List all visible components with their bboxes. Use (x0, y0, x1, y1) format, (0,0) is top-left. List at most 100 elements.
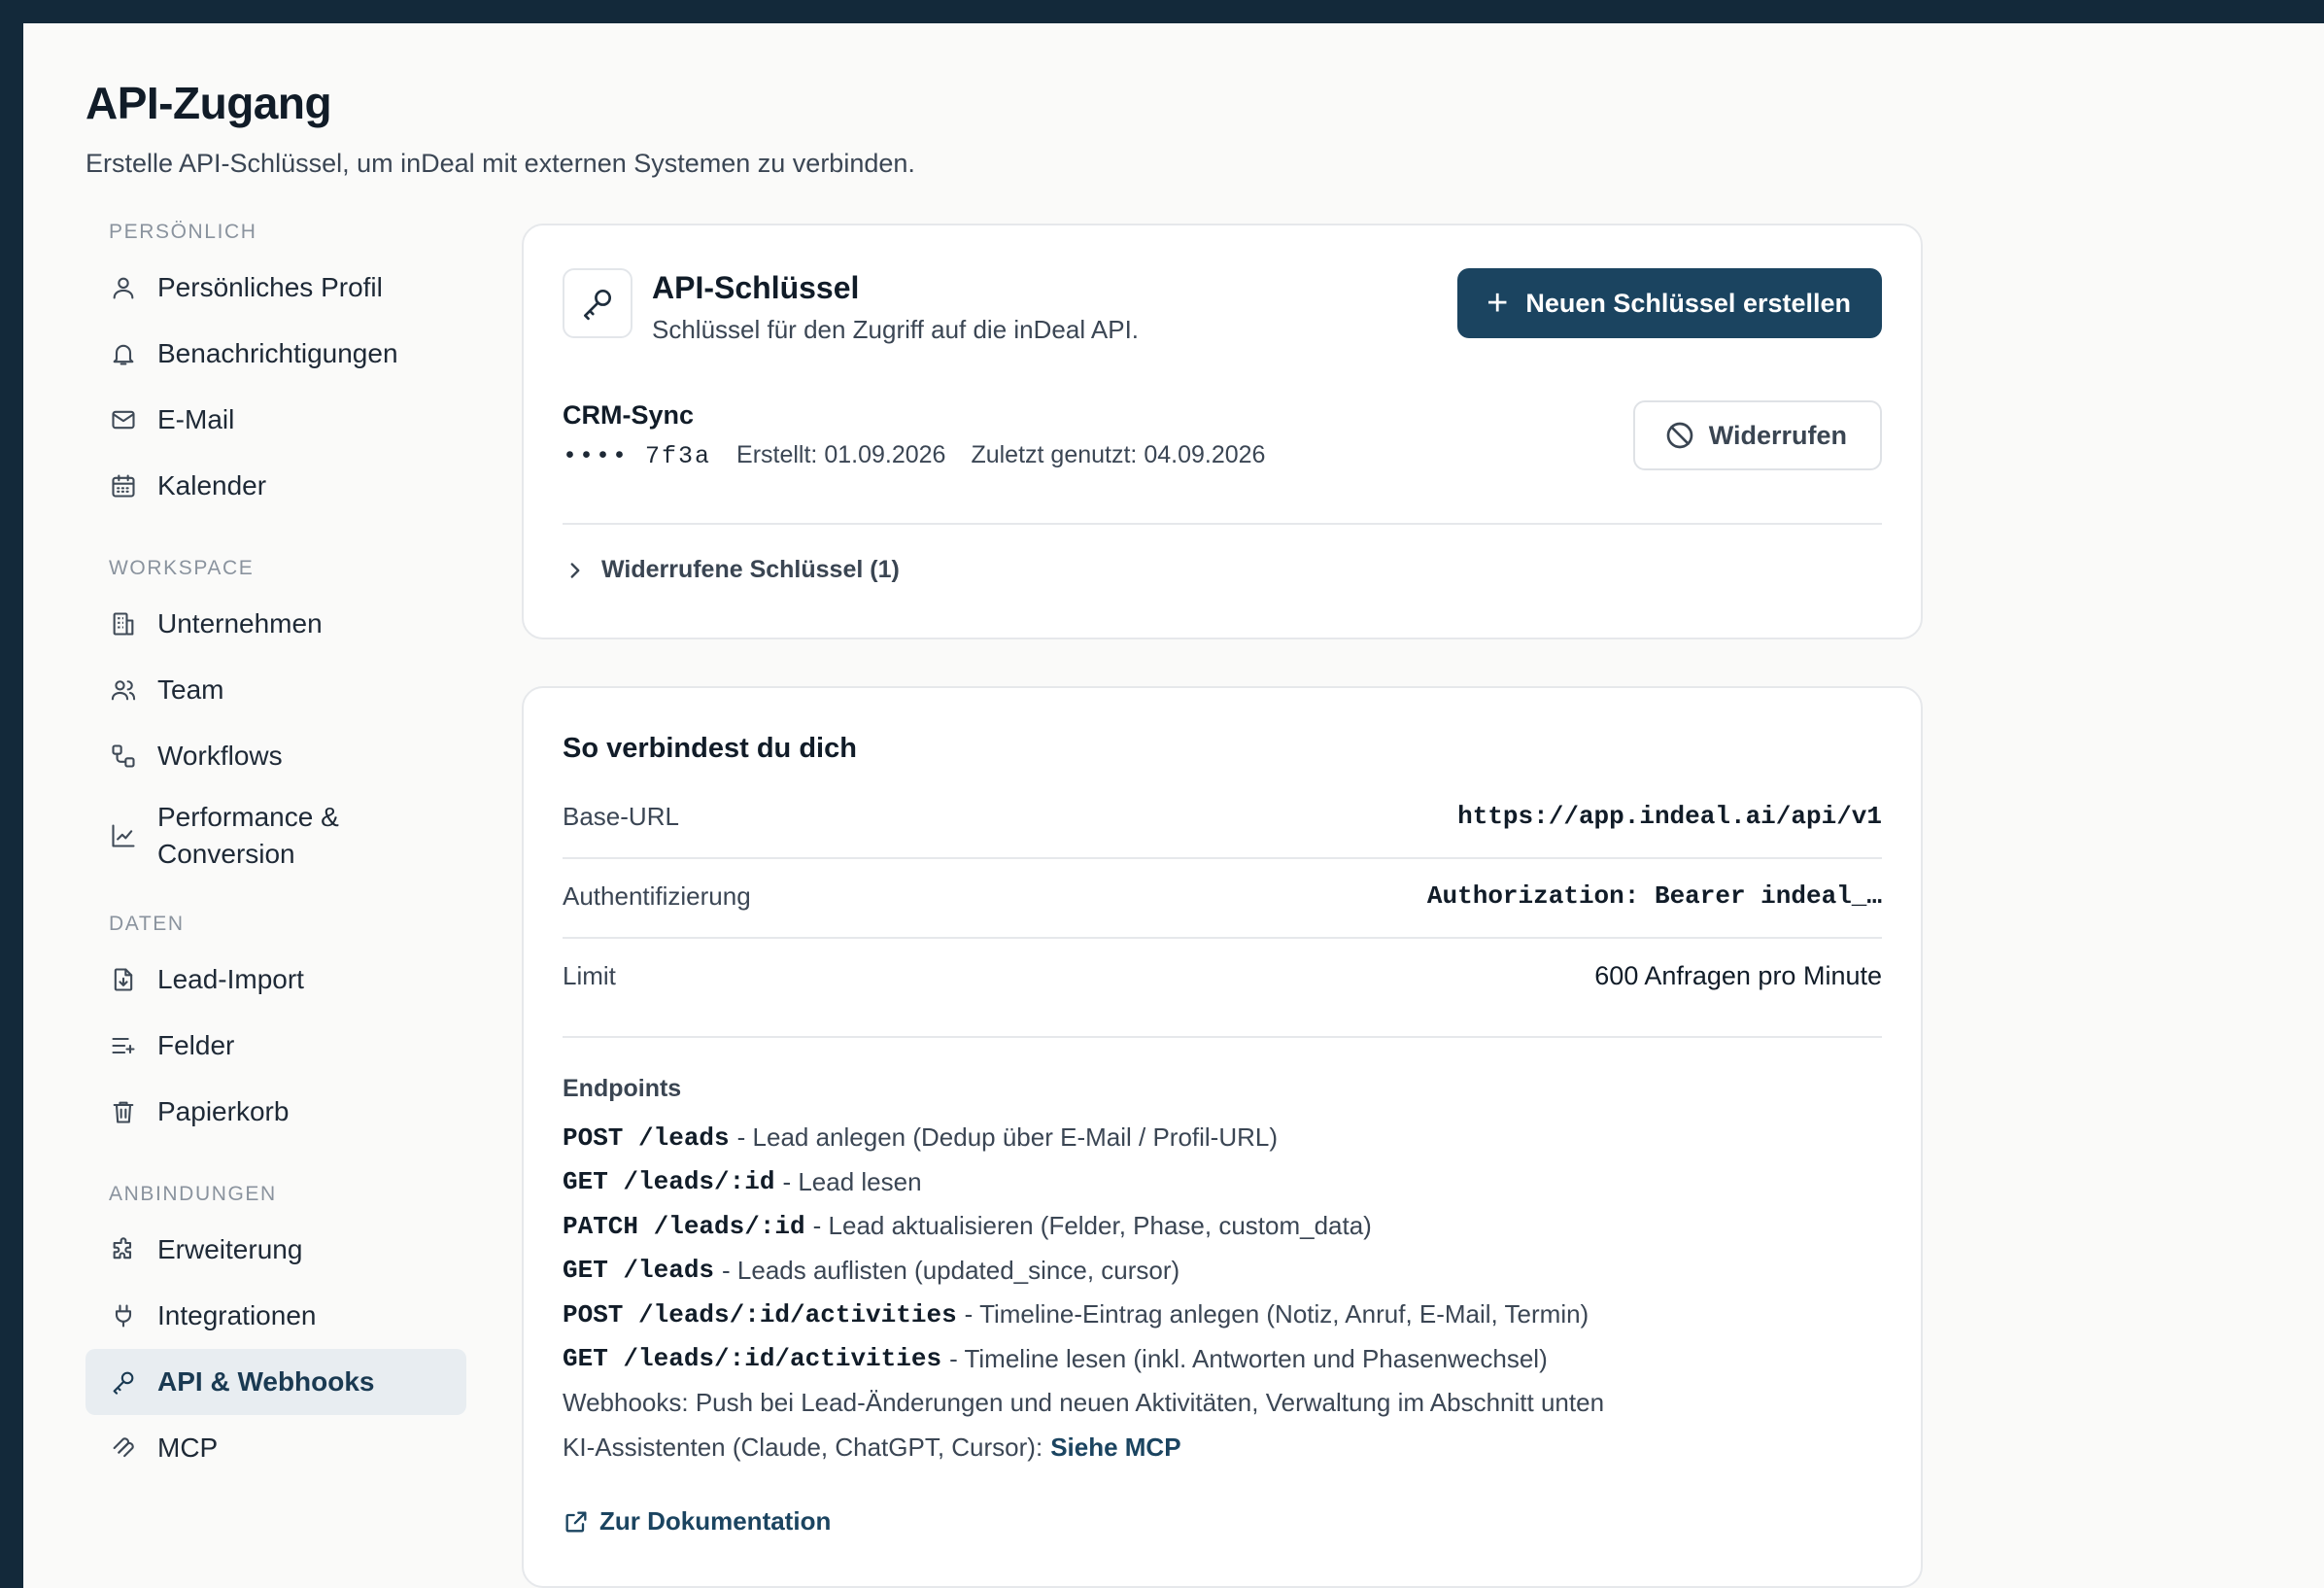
sidebar-item-label: Unternehmen (157, 608, 323, 639)
limit-value: 600 Anfragen pro Minute (1594, 960, 1882, 990)
file-import-icon (109, 965, 138, 994)
nav-section-persoenlich: PERSÖNLICH (109, 221, 257, 243)
endpoint-item: GET /leads/:id/activities - Timeline les… (563, 1337, 1604, 1382)
sidebar-item-unternehmen[interactable]: Unternehmen (85, 591, 466, 657)
sidebar-item-label: Kalender (157, 470, 267, 501)
base-url-value: https://app.indeal.ai/api/v1 (1457, 802, 1882, 831)
sidebar-item-felder[interactable]: Felder (85, 1013, 466, 1079)
sidebar-item-kalender[interactable]: Kalender (85, 453, 466, 519)
calendar-icon (109, 471, 138, 501)
workflow-icon (109, 742, 138, 771)
endpoint-code: GET /leads/:id (563, 1167, 775, 1197)
external-link-icon (565, 1511, 587, 1532)
documentation-link[interactable]: Zur Dokumentation (563, 1506, 831, 1536)
endpoint-description: - Lead aktualisieren (Felder, Phase, cus… (812, 1211, 1372, 1241)
sidebar-item-lead-import[interactable]: Lead-Import (85, 947, 466, 1013)
app-frame: API-Zugang Erstelle API-Schlüssel, um in… (23, 23, 2324, 1588)
page-header: API-Zugang Erstelle API-Schlüssel, um in… (85, 76, 915, 181)
key-icon (563, 268, 632, 338)
chart-line-icon (109, 821, 138, 850)
endpoint-description: - Timeline-Eintrag anlegen (Notiz, Anruf… (964, 1299, 1589, 1329)
connection-card: So verbindest du dich Base-URL https://a… (522, 686, 1923, 1588)
see-mcp-link[interactable]: Siehe MCP (1050, 1433, 1180, 1463)
revoked-keys-toggle[interactable]: Widerrufene Schlüssel (1) (563, 556, 900, 584)
sidebar-item-label: Persönliches Profil (157, 272, 383, 302)
sidebar-item-workflows[interactable]: Workflows (85, 723, 466, 789)
user-icon (109, 273, 138, 302)
endpoint-code: POST /leads (563, 1122, 730, 1153)
sidebar-item-label: API & Webhooks (157, 1366, 375, 1397)
nav-section-daten: DATEN (109, 913, 185, 935)
endpoint-item: GET /leads - Leads auflisten (updated_si… (563, 1249, 1604, 1294)
limit-label: Limit (563, 960, 616, 990)
nav-section-anbindungen: ANBINDUNGEN (109, 1183, 277, 1205)
sidebar-item-label: MCP (157, 1433, 219, 1463)
base-url-label: Base-URL (563, 801, 679, 831)
endpoints-title: Endpoints (563, 1075, 682, 1102)
page-subtitle: Erstelle API-Schlüssel, um inDeal mit ex… (85, 149, 915, 178)
settings-sidebar: PERSÖNLICH Persönliches Profil Benachric… (85, 218, 466, 1481)
puzzle-icon (109, 1235, 138, 1264)
sidebar-item-integrationen[interactable]: Integrationen (85, 1283, 466, 1349)
revoke-key-label: Widerrufen (1708, 420, 1847, 450)
building-icon (109, 609, 138, 639)
endpoint-item: POST /leads - Lead anlegen (Dedup über E… (563, 1116, 1604, 1160)
sidebar-item-label: Erweiterung (157, 1234, 303, 1264)
endpoint-description: - Leads auflisten (updated_since, cursor… (722, 1255, 1180, 1285)
page-title: API-Zugang (85, 78, 332, 128)
base-url-row: Base-URL https://app.indeal.ai/api/v1 (563, 777, 1882, 855)
webhooks-note: Webhooks: Push bei Lead-Änderungen und n… (563, 1388, 1605, 1418)
mail-icon (109, 405, 138, 434)
sidebar-item-mcp[interactable]: MCP (85, 1415, 466, 1481)
ai-assistants-note: KI-Assistenten (Claude, ChatGPT, Cursor)… (563, 1426, 1604, 1470)
sidebar-item-api-webhooks[interactable]: API & Webhooks (85, 1349, 466, 1415)
sidebar-item-label: Lead-Import (157, 964, 304, 994)
sidebar-item-label: Team (157, 674, 224, 705)
sidebar-item-label: Benachrichtigungen (157, 338, 398, 368)
endpoint-item: GET /leads/:id - Lead lesen (563, 1160, 1604, 1205)
key-created-date: Erstellt: 01.09.2026 (736, 441, 946, 468)
sidebar-item-erweiterung[interactable]: Erweiterung (85, 1217, 466, 1283)
endpoint-code: POST /leads/:id/activities (563, 1299, 957, 1329)
key-meta: •••• 7f3a Erstellt: 01.09.2026 Zuletzt g… (563, 441, 1265, 470)
sidebar-item-papierkorb[interactable]: Papierkorb (85, 1079, 466, 1145)
sidebar-item-performance[interactable]: Performance & Conversion (85, 789, 466, 882)
sidebar-item-label: Performance & Conversion (157, 802, 339, 869)
key-masked-value: •••• 7f3a (563, 442, 712, 470)
chevron-right-icon (570, 562, 580, 578)
connection-title: So verbindest du dich (563, 733, 857, 764)
key-icon (109, 1367, 138, 1397)
plug-icon (109, 1301, 138, 1330)
sidebar-item-label: Integrationen (157, 1300, 317, 1330)
create-key-label: Neuen Schlüssel erstellen (1525, 288, 1851, 318)
api-keys-card: API-Schlüssel Schlüssel für den Zugriff … (522, 224, 1923, 639)
trash-icon (109, 1097, 138, 1126)
api-keys-description: Schlüssel für den Zugriff auf die inDeal… (652, 315, 1140, 344)
auth-value: Authorization: Bearer indeal_… (1426, 881, 1882, 911)
endpoint-item: POST /leads/:id/activities - Timeline-Ei… (563, 1293, 1604, 1337)
revoke-key-button[interactable]: Widerrufen (1632, 400, 1882, 470)
endpoints-list: POST /leads - Lead anlegen (Dedup über E… (563, 1116, 1604, 1469)
endpoint-code: GET /leads (563, 1256, 715, 1286)
nav-section-workspace: WORKSPACE (109, 557, 255, 579)
sidebar-item-benachrichtigungen[interactable]: Benachrichtigungen (85, 321, 466, 387)
list-plus-icon (109, 1031, 138, 1060)
plus-icon: + (1487, 283, 1509, 324)
divider (563, 523, 1882, 525)
endpoint-description: - Lead lesen (782, 1166, 922, 1196)
endpoint-description: - Timeline lesen (inkl. Antworten und Ph… (949, 1343, 1548, 1373)
sidebar-item-label: Felder (157, 1030, 235, 1060)
create-key-button[interactable]: + Neuen Schlüssel erstellen (1457, 268, 1882, 338)
sidebar-item-profil[interactable]: Persönliches Profil (85, 255, 466, 321)
divider (563, 1036, 1882, 1038)
revoked-keys-label: Widerrufene Schlüssel (1) (601, 556, 900, 583)
auth-row: Authentifizierung Authorization: Bearer … (563, 857, 1882, 935)
documentation-label: Zur Dokumentation (599, 1506, 832, 1536)
sidebar-item-email[interactable]: E-Mail (85, 387, 466, 453)
sidebar-item-team[interactable]: Team (85, 657, 466, 723)
endpoint-code: PATCH /leads/:id (563, 1211, 805, 1241)
mcp-icon (109, 1433, 138, 1463)
endpoint-item: PATCH /leads/:id - Lead aktualisieren (F… (563, 1204, 1604, 1249)
auth-label: Authentifizierung (563, 880, 751, 911)
sidebar-item-label: Papierkorb (157, 1096, 290, 1126)
